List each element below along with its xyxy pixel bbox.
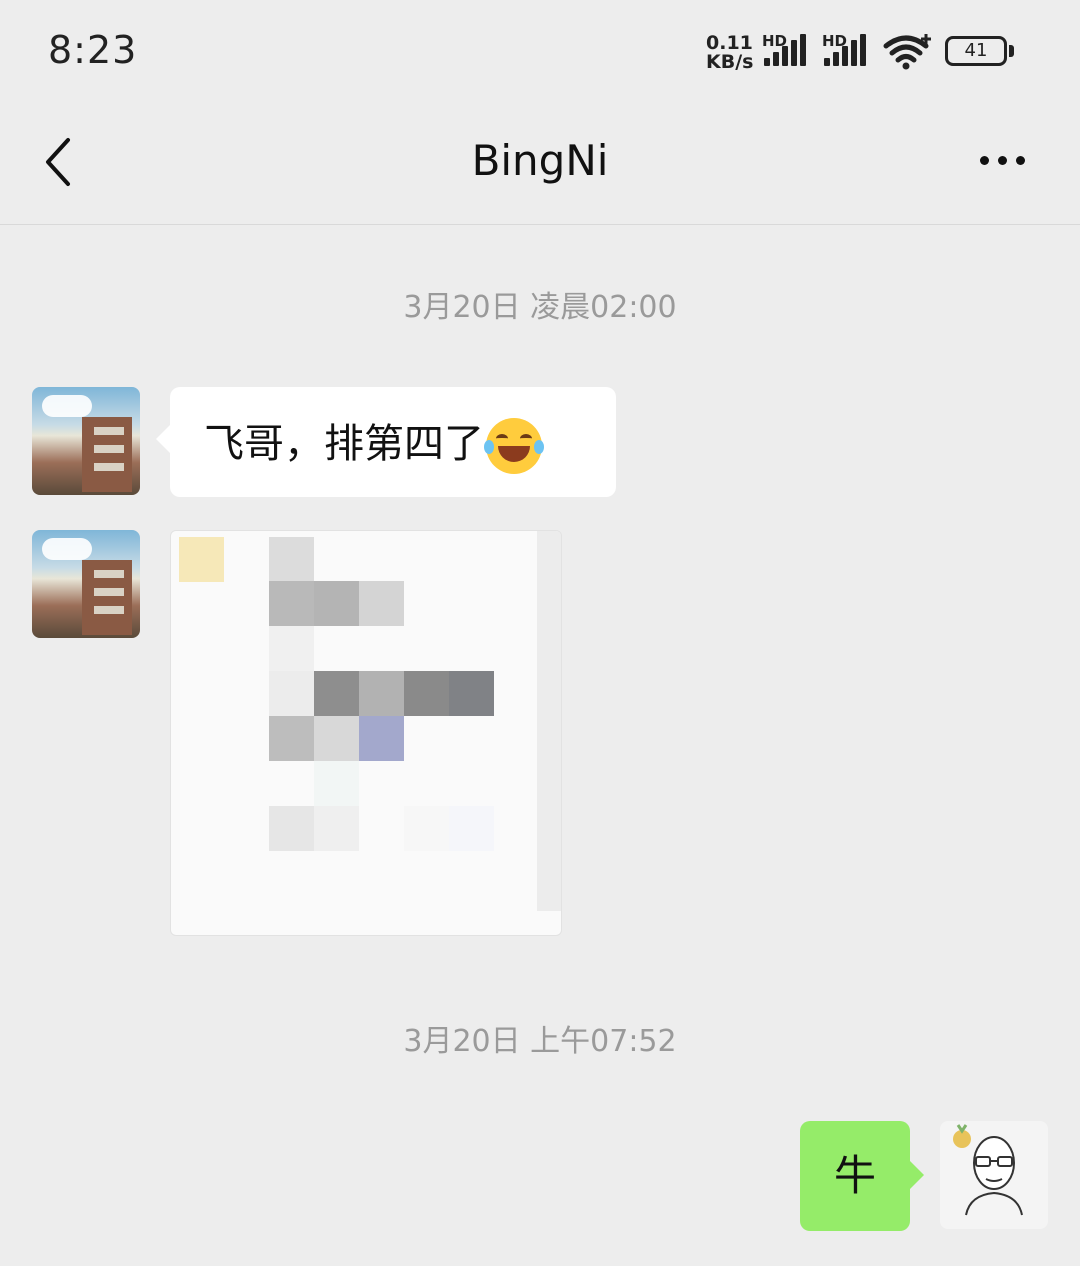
signal-icon: HD — [822, 30, 874, 70]
image-edge — [537, 531, 561, 911]
image-pixel — [269, 581, 314, 626]
more-dots-icon[interactable] — [976, 150, 1032, 170]
battery-tip — [1009, 45, 1014, 57]
laughing-tears-emoji — [484, 418, 544, 474]
status-time: 8:23 — [48, 28, 138, 72]
my-avatar[interactable] — [940, 1121, 1048, 1229]
wifi-icon — [883, 34, 931, 70]
battery-level: 41 — [964, 40, 988, 61]
signal-icon: HD — [762, 30, 814, 70]
contact-avatar[interactable] — [32, 530, 140, 638]
incoming-message-bubble[interactable]: 飞哥，排第四了 — [156, 387, 616, 497]
person-sketch-icon — [953, 1124, 1023, 1216]
image-pixel — [314, 761, 359, 806]
message-timestamp: 3月20日 上午07:52 — [403, 1024, 677, 1059]
image-pixel — [269, 537, 314, 582]
image-pixel — [404, 671, 449, 716]
image-pixel — [359, 581, 404, 626]
image-pixel — [179, 537, 224, 582]
outgoing-message-bubble[interactable]: 牛 — [800, 1121, 924, 1231]
message-text: 飞哥，排第四了 — [204, 421, 484, 467]
chat-title: BingNi — [471, 136, 609, 185]
network-speed-unit: KB/s — [706, 51, 754, 73]
image-pixel — [269, 716, 314, 761]
message-timestamp: 3月20日 凌晨02:00 — [403, 290, 677, 325]
network-speed: 0.11 KB/s — [706, 34, 753, 72]
image-pixel — [269, 671, 314, 716]
message-text: 牛 — [833, 1151, 876, 1200]
image-pixel — [404, 806, 449, 851]
image-pixel — [314, 581, 359, 626]
image-pixel — [449, 671, 494, 716]
contact-avatar[interactable] — [32, 387, 140, 495]
battery-icon: 41 — [945, 36, 1007, 66]
image-pixel — [314, 716, 359, 761]
chat-header: BingNi — [0, 100, 1080, 225]
status-bar: 8:23 0.11 KB/s HD HD 41 — [0, 0, 1080, 100]
image-pixel — [269, 806, 314, 851]
image-pixel — [314, 806, 359, 851]
image-pixel — [269, 626, 314, 671]
image-pixel — [359, 671, 404, 716]
image-message[interactable] — [170, 530, 562, 936]
image-pixel — [314, 671, 359, 716]
image-pixel — [359, 716, 404, 761]
image-pixel — [449, 806, 494, 851]
